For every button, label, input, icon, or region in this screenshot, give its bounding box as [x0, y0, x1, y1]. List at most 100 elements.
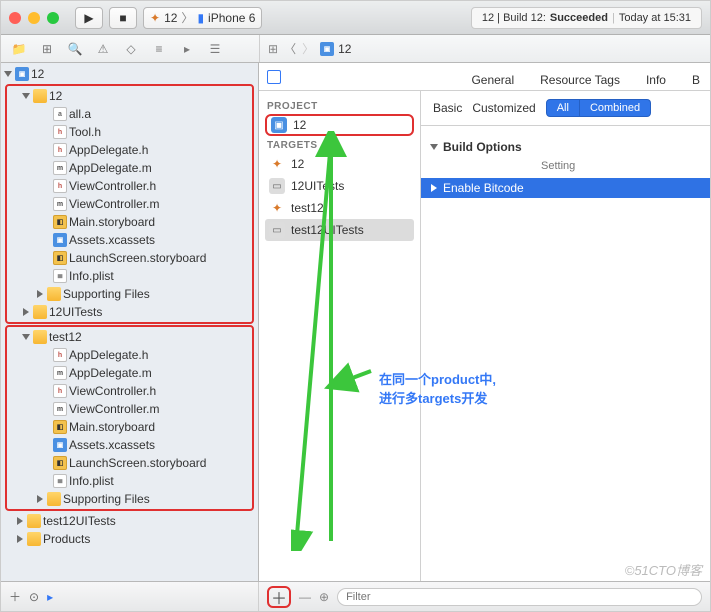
project-row[interactable]: ▣12	[265, 114, 414, 136]
filter-icon[interactable]: ⊙	[29, 590, 39, 604]
breakpoint-navigator-icon[interactable]: ▸	[175, 39, 199, 59]
tree-file[interactable]: ◧LaunchScreen.storyboard	[7, 454, 252, 472]
filter-scope-icon[interactable]: ⊕	[319, 590, 329, 604]
forward-icon[interactable]: 〉	[302, 40, 314, 57]
header-icon: h	[53, 348, 67, 362]
tree-file[interactable]: mViewController.m	[7, 400, 252, 418]
tree-file[interactable]: ◧Main.storyboard	[7, 418, 252, 436]
annotation-box: test12 hAppDelegate.h mAppDelegate.m hVi…	[5, 325, 254, 511]
tree-file[interactable]: mAppDelegate.m	[7, 364, 252, 382]
window-toolbar: ▶ ■ ✦ 12 〉 ▮ iPhone 6 12 | Build 12: Suc…	[1, 1, 710, 35]
tree-root[interactable]: ▣12	[1, 65, 258, 83]
status-time: Today at 15:31	[619, 12, 691, 24]
scheme-selector[interactable]: ✦ 12 〉 ▮ iPhone 6	[143, 7, 262, 29]
tree-group[interactable]: test12	[7, 328, 252, 346]
targets-filter-bar: ＋ — ⊕	[259, 586, 710, 608]
build-settings: Basic Customized All Combined Build Opti…	[421, 91, 710, 581]
close-window-icon[interactable]	[9, 12, 21, 24]
impl-icon: m	[53, 161, 67, 175]
zoom-window-icon[interactable]	[47, 12, 59, 24]
stop-button[interactable]: ■	[109, 7, 137, 29]
status-result: Succeeded	[550, 12, 608, 24]
tree-file[interactable]: ≣Info.plist	[7, 267, 252, 285]
tag-icon[interactable]: ▸	[47, 590, 53, 604]
navigator-bar: 📁 ⊞ 🔍 ⚠ ◇ ≡ ▸ ☰ ⊞ 〈 〉 ▣ 12	[1, 35, 710, 63]
debug-navigator-icon[interactable]: ≡	[147, 39, 171, 59]
header-icon: h	[53, 179, 67, 193]
tree-file[interactable]: ▣Assets.xcassets	[7, 436, 252, 454]
tree-file[interactable]: hTool.h	[7, 123, 252, 141]
tree-file[interactable]: hAppDelegate.h	[7, 346, 252, 364]
settings-group-header[interactable]: Build Options	[421, 136, 710, 158]
tree-file[interactable]: ◧Main.storyboard	[7, 213, 252, 231]
project-icon: ▣	[320, 42, 334, 56]
folder-icon	[27, 532, 41, 546]
issue-navigator-icon[interactable]: ⚠	[91, 39, 115, 59]
target-row[interactable]: ✦test12	[265, 197, 414, 219]
traffic-lights	[9, 12, 69, 24]
filter-all-button[interactable]: All	[546, 99, 580, 117]
tree-file[interactable]: hAppDelegate.h	[7, 141, 252, 159]
remove-target-button[interactable]: —	[299, 590, 311, 604]
tree-file[interactable]: mViewController.m	[7, 195, 252, 213]
project-navigator-icon[interactable]: 📁	[7, 39, 31, 59]
add-icon[interactable]: ＋	[9, 588, 21, 605]
tree-group[interactable]: test12UITests	[1, 512, 258, 530]
filter-basic[interactable]: Basic	[433, 101, 462, 115]
breadcrumb[interactable]: ▣ 12	[320, 42, 351, 56]
editor-area: General Resource Tags Info B PROJECT ▣12…	[259, 63, 710, 581]
tree-group[interactable]: Products	[1, 530, 258, 548]
tab-general[interactable]: General	[469, 69, 516, 91]
outline-toggle-icon[interactable]	[267, 70, 281, 84]
target-filter-input[interactable]	[337, 588, 702, 606]
project-navigator: ▣12 12 aall.a hTool.h hAppDelegate.h mAp…	[1, 63, 259, 581]
plist-icon: ≣	[53, 269, 67, 283]
status-prefix: 12 | Build 12:	[482, 12, 546, 24]
target-row[interactable]: ▭test12UITests	[265, 219, 414, 241]
tree-file[interactable]: aall.a	[7, 105, 252, 123]
disclosure-icon	[430, 144, 438, 150]
project-icon: ▣	[15, 67, 29, 81]
main-area: ▣12 12 aall.a hTool.h hAppDelegate.h mAp…	[1, 63, 710, 581]
targets-section-label: TARGETS	[265, 136, 414, 153]
tab-resource-tags[interactable]: Resource Tags	[538, 69, 622, 91]
header-icon: h	[53, 384, 67, 398]
plus-icon: ＋	[271, 585, 287, 609]
tree-group[interactable]: 12UITests	[7, 303, 252, 321]
tree-file[interactable]: ≣Info.plist	[7, 472, 252, 490]
header-icon: h	[53, 125, 67, 139]
assets-icon: ▣	[53, 233, 67, 247]
tree-file[interactable]: hViewController.h	[7, 177, 252, 195]
plist-icon: ≣	[53, 474, 67, 488]
target-row[interactable]: ✦12	[265, 153, 414, 175]
filter-segment: All Combined	[546, 99, 651, 117]
target-row[interactable]: ▭12UITests	[265, 175, 414, 197]
stop-icon: ■	[119, 11, 126, 25]
related-items-icon[interactable]: ⊞	[268, 42, 278, 56]
symbol-navigator-icon[interactable]: ⊞	[35, 39, 59, 59]
targets-list: PROJECT ▣12 TARGETS ✦12 ▭12UITests ✦test…	[259, 91, 421, 581]
tree-file[interactable]: mAppDelegate.m	[7, 159, 252, 177]
tree-group[interactable]: Supporting Files	[7, 285, 252, 303]
tree-file[interactable]: hViewController.h	[7, 382, 252, 400]
minimize-window-icon[interactable]	[28, 12, 40, 24]
filter-combined-button[interactable]: Combined	[580, 99, 651, 117]
assets-icon: ▣	[53, 438, 67, 452]
setting-row-enable-bitcode[interactable]: Enable Bitcode	[421, 178, 710, 198]
run-button[interactable]: ▶	[75, 7, 103, 29]
filter-customized[interactable]: Customized	[472, 101, 535, 115]
test-target-icon: ▭	[269, 178, 285, 194]
test-navigator-icon[interactable]: ◇	[119, 39, 143, 59]
test-target-icon: ▭	[269, 222, 285, 238]
tab-build[interactable]: B	[690, 69, 702, 91]
tab-info[interactable]: Info	[644, 69, 668, 91]
breadcrumb-item: 12	[338, 42, 351, 56]
add-target-button[interactable]: ＋	[267, 586, 291, 608]
tree-file[interactable]: ◧LaunchScreen.storyboard	[7, 249, 252, 267]
find-navigator-icon[interactable]: 🔍	[63, 39, 87, 59]
tree-group[interactable]: 12	[7, 87, 252, 105]
report-navigator-icon[interactable]: ☰	[203, 39, 227, 59]
tree-group[interactable]: Supporting Files	[7, 490, 252, 508]
tree-file[interactable]: ▣Assets.xcassets	[7, 231, 252, 249]
back-icon[interactable]: 〈	[284, 40, 296, 57]
